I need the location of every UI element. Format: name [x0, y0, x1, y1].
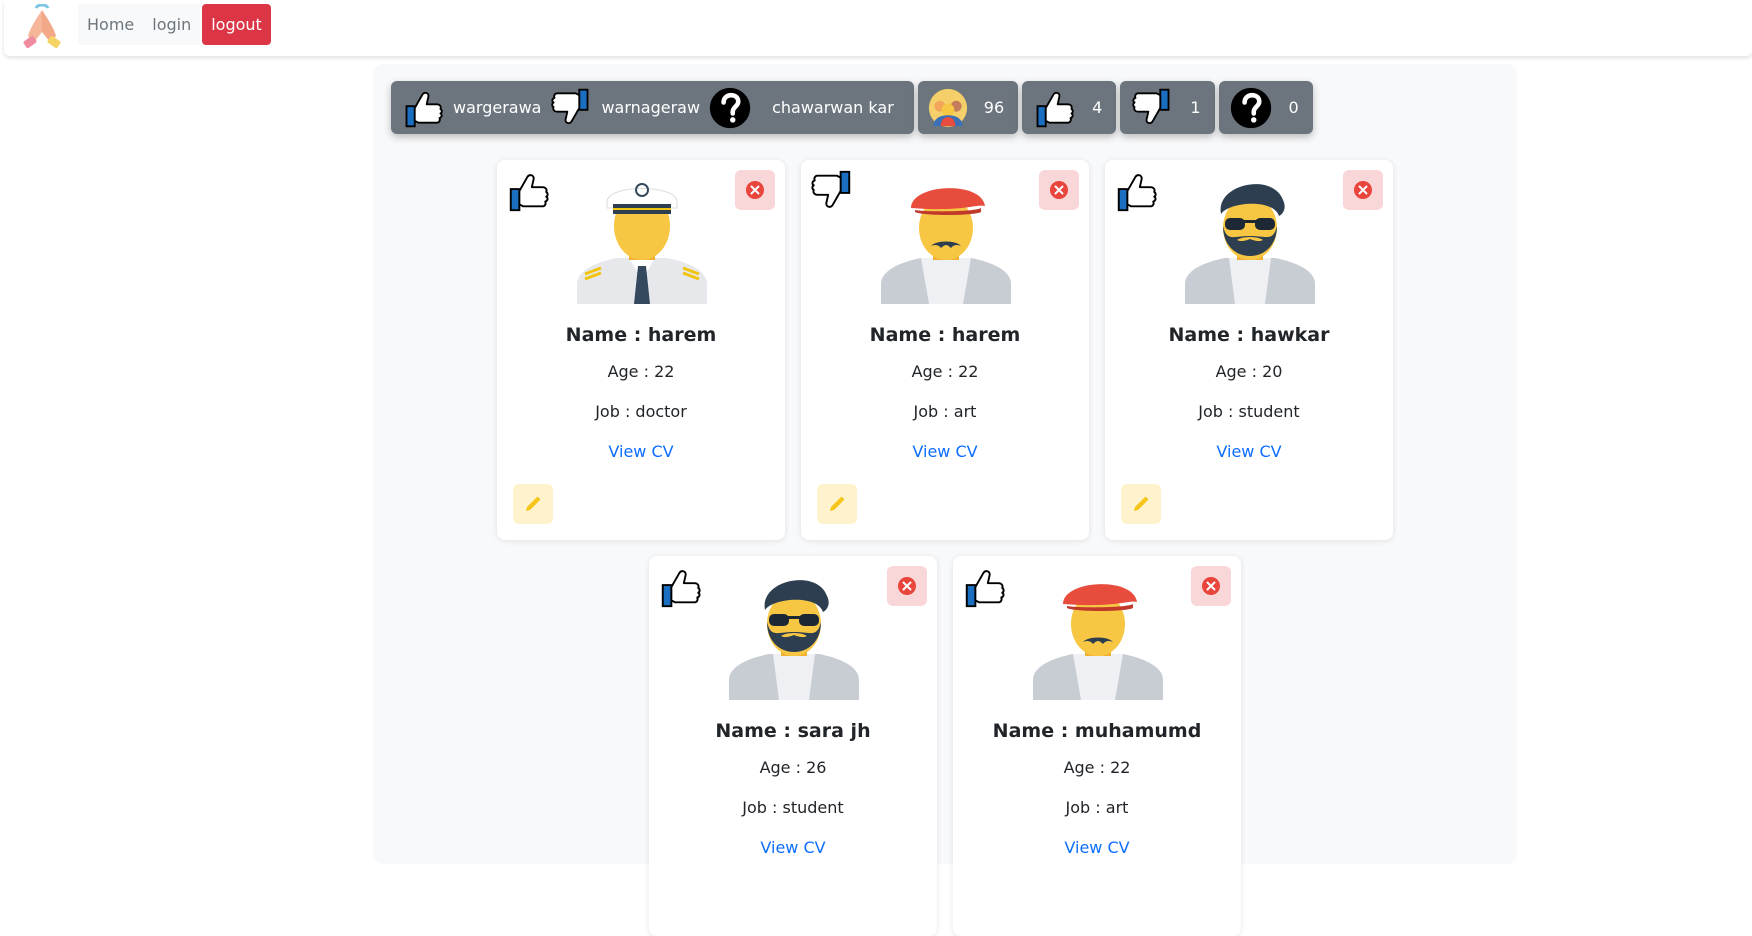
pencil-icon [523, 494, 543, 514]
person-name: Name : hawkar [1168, 324, 1330, 346]
person-age: Age : 22 [607, 362, 675, 381]
beret-mustache-avatar-icon [1033, 570, 1163, 700]
delete-button[interactable] [735, 170, 775, 210]
delete-button[interactable] [887, 566, 927, 606]
like-count: 4 [1092, 98, 1103, 117]
thumbs-down-icon[interactable] [809, 168, 855, 214]
vote-legend: wargerawa warnageraw chawarwan kar [391, 81, 914, 134]
person-name: Name : sara jh [715, 720, 871, 742]
view-cv-link[interactable]: View CV [1105, 442, 1393, 461]
view-cv-link[interactable]: View CV [801, 442, 1089, 461]
close-icon [1353, 180, 1373, 200]
person-age: Age : 20 [1215, 362, 1283, 381]
nav-links: Home login logout [78, 4, 271, 45]
praying-hands-icon[interactable] [20, 4, 64, 48]
thumbs-up-icon [1032, 86, 1076, 130]
thumbs-up-icon [401, 86, 445, 130]
thumbs-up-icon[interactable] [1113, 168, 1159, 214]
dislike-count: 1 [1190, 98, 1201, 117]
total-count-badge[interactable]: 96 [917, 81, 1019, 134]
nav-home-link[interactable]: Home [78, 4, 144, 45]
question-icon [708, 86, 752, 130]
thumbs-up-icon[interactable] [657, 564, 703, 610]
navbar: Home login logout [4, 0, 1752, 56]
question-icon [1229, 86, 1273, 130]
view-cv-link[interactable]: View CV [649, 838, 937, 857]
legend-unknown-label: chawarwan kar [772, 98, 894, 117]
person-job: Job : student [742, 798, 844, 817]
person-age: Age : 22 [911, 362, 979, 381]
close-icon [897, 576, 917, 596]
pencil-icon [827, 494, 847, 514]
person-age: Age : 22 [1063, 758, 1131, 777]
thumbs-down-icon [549, 86, 593, 130]
nav-login-link[interactable]: login [143, 4, 201, 45]
person-name: Name : harem [869, 324, 1021, 346]
person-card: Name : harem Age : 22 Job : art View CV [801, 160, 1089, 540]
person-age: Age : 26 [759, 758, 827, 777]
bearded-sunglasses-avatar-icon [1185, 174, 1315, 304]
edit-button[interactable] [817, 484, 857, 524]
delete-button[interactable] [1343, 170, 1383, 210]
close-icon [1201, 576, 1221, 596]
person-job: Job : art [913, 402, 977, 421]
view-cv-link[interactable]: View CV [953, 838, 1241, 857]
person-card: Name : muhamumd Age : 22 Job : art View … [953, 556, 1241, 936]
unknown-count-badge[interactable]: 0 [1218, 81, 1313, 134]
close-icon [745, 180, 765, 200]
bearded-sunglasses-avatar-icon [729, 570, 859, 700]
close-icon [1049, 180, 1069, 200]
view-cv-link[interactable]: View CV [497, 442, 785, 461]
thumbs-down-icon [1130, 86, 1174, 130]
person-card: Name : sara jh Age : 26 Job : student Vi… [649, 556, 937, 936]
person-name: Name : muhamumd [992, 720, 1202, 742]
unknown-count: 0 [1288, 98, 1299, 117]
person-name: Name : harem [565, 324, 717, 346]
captain-avatar-icon [577, 174, 707, 304]
like-count-badge[interactable]: 4 [1022, 81, 1117, 134]
total-count: 96 [983, 98, 1005, 117]
legend-like-label: wargerawa [453, 98, 542, 117]
person-job: Job : art [1065, 798, 1129, 817]
main-container: wargerawa warnageraw chawarwan kar 96 4 … [373, 64, 1517, 936]
person-card: Name : hawkar Age : 20 Job : student Vie… [1105, 160, 1393, 540]
nav-logout-button[interactable]: logout [202, 4, 271, 45]
person-card: Name : harem Age : 22 Job : doctor View … [497, 160, 785, 540]
legend-dislike-label: warnageraw [601, 98, 701, 117]
vote-stats-bar: wargerawa warnageraw chawarwan kar 96 4 … [391, 81, 1313, 134]
person-job: Job : student [1198, 402, 1300, 421]
thumbs-up-icon[interactable] [961, 564, 1007, 610]
thumbs-up-icon[interactable] [505, 168, 551, 214]
delete-button[interactable] [1039, 170, 1079, 210]
dislike-count-badge[interactable]: 1 [1120, 81, 1215, 134]
crowd-icon [928, 88, 968, 128]
delete-button[interactable] [1191, 566, 1231, 606]
edit-button[interactable] [513, 484, 553, 524]
pencil-icon [1131, 494, 1151, 514]
beret-mustache-avatar-icon [881, 174, 1011, 304]
edit-button[interactable] [1121, 484, 1161, 524]
person-job: Job : doctor [595, 402, 687, 421]
